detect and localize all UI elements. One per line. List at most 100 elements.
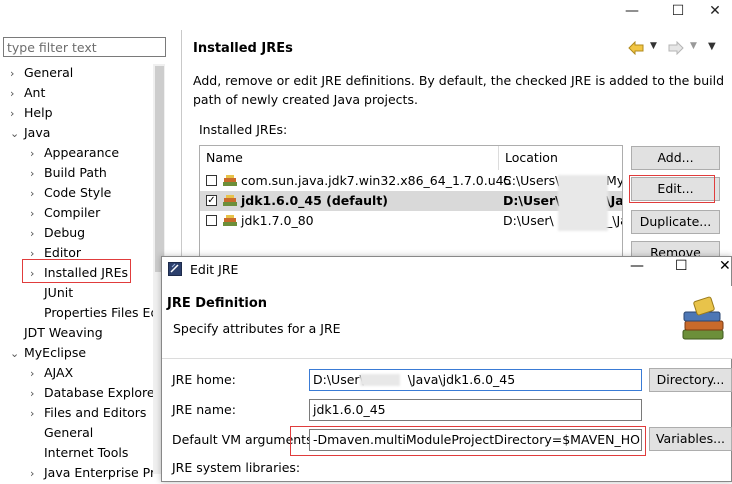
jre-name: jdk1.6.0_45 (default) <box>241 193 389 208</box>
chevron-right-icon[interactable]: › <box>30 204 44 224</box>
jre-location-tail: My <box>606 173 623 188</box>
tree-item-label: Build Path <box>44 165 107 180</box>
tree-item[interactable]: ⌄ MyEclipse <box>10 343 86 363</box>
jre-name-field[interactable]: jdk1.6.0_45 <box>309 399 642 421</box>
variables-button[interactable]: Variables... <box>649 427 732 451</box>
tree-item-label: Files and Editors <box>44 405 147 420</box>
tree-item[interactable]: › Code Style <box>30 183 111 203</box>
chevron-right-icon[interactable]: › <box>30 404 44 424</box>
redacted-location <box>558 175 608 231</box>
filter-input[interactable] <box>3 37 166 57</box>
tree-item-label: Appearance <box>44 145 120 160</box>
jre-location-tail: \Ja <box>606 193 623 208</box>
minimize-button[interactable]: — <box>612 0 652 24</box>
forward-arrow-icon[interactable] <box>667 41 685 55</box>
jre-home-label: JRE home: <box>172 372 236 387</box>
column-header-location[interactable]: Location <box>499 146 622 170</box>
tree-item-label: JDT Weaving <box>24 325 103 340</box>
chevron-right-icon[interactable]: › <box>10 84 24 104</box>
forward-menu-chevron-icon[interactable]: ▼ <box>690 41 697 51</box>
jre-home-field[interactable]: D:\User\ \Java\jdk1.6.0_45 <box>309 369 642 391</box>
dialog-maximize-button[interactable]: ☐ <box>675 258 688 274</box>
tree-item[interactable]: General <box>30 423 93 443</box>
tree-item-label: Help <box>24 105 53 120</box>
chevron-right-icon[interactable]: › <box>30 384 44 404</box>
tree-item-label: Debug <box>44 225 86 240</box>
tree-item-label: General <box>24 65 74 80</box>
jre-name: jdk1.7.0_80 <box>241 213 314 228</box>
dialog-title: Edit JRE <box>190 262 239 277</box>
eclipse-app-icon <box>168 262 182 276</box>
tree-item-label: MyEclipse <box>24 345 87 360</box>
tree-item-label: Properties Files Ed <box>44 305 159 320</box>
jre-checkbox[interactable]: ✓ <box>206 195 217 206</box>
jre-location-tail: _\Ja <box>606 213 622 228</box>
jre-checkbox[interactable] <box>206 175 217 186</box>
dialog-subheading: Specify attributes for a JRE <box>173 321 341 336</box>
tree-item[interactable]: › Debug <box>30 223 85 243</box>
maximize-button[interactable]: ☐ <box>658 0 698 24</box>
edit-button-highlight <box>629 175 715 203</box>
chevron-down-icon[interactable]: ⌄ <box>10 344 24 364</box>
tree-item-label: Java Enterprise Pr <box>44 465 156 480</box>
tree-item[interactable]: › Java Enterprise Pr <box>30 463 155 483</box>
back-arrow-icon[interactable] <box>627 41 645 55</box>
tree-item-label: General <box>44 425 94 440</box>
chevron-right-icon[interactable]: › <box>10 64 24 84</box>
jre-name-label: JRE name: <box>172 402 236 417</box>
tree-item[interactable]: › Files and Editors <box>30 403 146 423</box>
view-menu-icon[interactable]: ▼ <box>708 41 716 52</box>
tree-item[interactable]: JUnit <box>30 283 73 303</box>
chevron-right-icon[interactable]: › <box>30 364 44 384</box>
tree-item[interactable]: › Appearance <box>30 143 119 163</box>
jre-checkbox[interactable] <box>206 215 217 226</box>
chevron-down-icon[interactable]: ⌄ <box>10 124 24 144</box>
column-header-name[interactable]: Name <box>200 146 499 170</box>
page-title: Installed JREs <box>193 41 293 56</box>
books-icon <box>682 296 724 340</box>
tree-item[interactable]: › Database Explorer <box>30 383 160 403</box>
tree-item[interactable]: Internet Tools <box>30 443 128 463</box>
tree-item[interactable]: › Build Path <box>30 163 107 183</box>
chevron-right-icon[interactable]: › <box>30 224 44 244</box>
tree-item-label: Database Explorer <box>44 385 160 400</box>
chevron-right-icon[interactable]: › <box>30 164 44 184</box>
tree-item-label: Ant <box>24 85 46 100</box>
chevron-right-icon[interactable]: › <box>10 104 24 124</box>
tree-item[interactable]: › Ant <box>10 83 45 103</box>
tree-item-label: Editor <box>44 245 81 260</box>
add-button[interactable]: Add... <box>631 146 720 170</box>
tree-item[interactable]: › Help <box>10 103 53 123</box>
installed-jres-label: Installed JREs: <box>199 122 288 137</box>
directory-button[interactable]: Directory... <box>649 368 732 392</box>
dialog-minimize-button[interactable]: — <box>630 258 644 274</box>
tree-item-label: Code Style <box>44 185 112 200</box>
jre-name: com.sun.java.jdk7.win32.x86_64_1.7.0.u45 <box>241 173 512 188</box>
jre-library-icon <box>223 195 237 206</box>
tree-scrollbar-thumb[interactable] <box>155 66 164 272</box>
redacted-username <box>360 374 400 386</box>
tree-item[interactable]: › AJAX <box>30 363 73 383</box>
tree-item[interactable]: JDT Weaving <box>10 323 103 343</box>
tree-item[interactable]: Properties Files Ed <box>30 303 158 323</box>
back-menu-chevron-icon[interactable]: ▼ <box>650 41 657 51</box>
jre-location: C:\Users\ <box>503 173 560 188</box>
chevron-right-icon[interactable]: › <box>30 464 44 484</box>
chevron-right-icon[interactable]: › <box>30 184 44 204</box>
tree-item[interactable]: ⌄ Java <box>10 123 50 143</box>
duplicate-button[interactable]: Duplicate... <box>631 210 720 234</box>
chevron-right-icon[interactable]: › <box>30 144 44 164</box>
tree-item-label: JUnit <box>44 285 74 300</box>
tree-item[interactable]: › Compiler <box>30 203 100 223</box>
system-libraries-label: JRE system libraries: <box>172 460 301 475</box>
page-description: Add, remove or edit JRE definitions. By … <box>193 73 725 107</box>
tree-item[interactable]: › General <box>10 63 73 83</box>
close-button[interactable]: ✕ <box>695 0 732 24</box>
dialog-header-divider <box>162 358 732 359</box>
jre-location: D:\User\ <box>503 213 554 228</box>
dialog-heading: JRE Definition <box>167 296 268 311</box>
dialog-close-button[interactable]: ✕ <box>719 258 731 274</box>
tree-item-label: Compiler <box>44 205 101 220</box>
jre-library-icon <box>223 175 237 186</box>
jre-home-value: D:\User\ <box>313 372 364 387</box>
